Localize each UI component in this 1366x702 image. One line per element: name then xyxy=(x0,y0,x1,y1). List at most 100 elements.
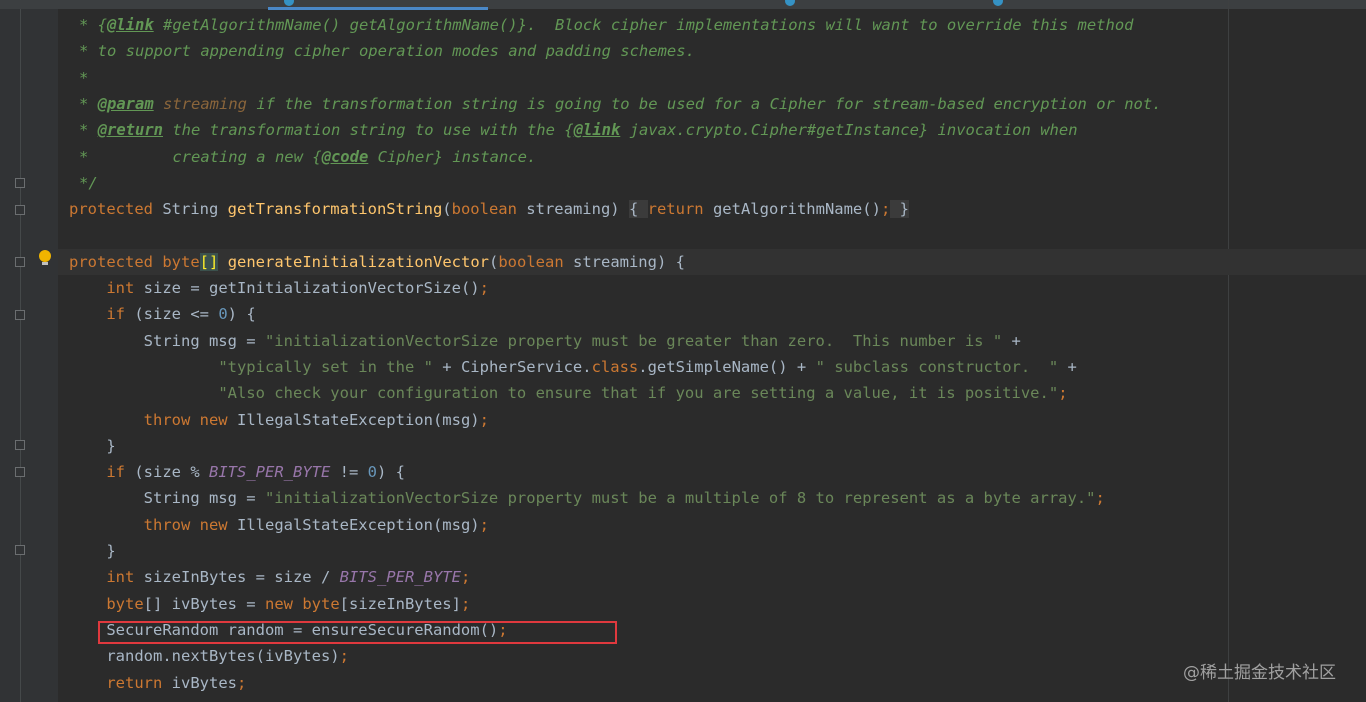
code-line[interactable]: if (size <= 0) { xyxy=(69,301,256,327)
fold-marker-icon[interactable] xyxy=(15,310,25,320)
code-token: ; xyxy=(1095,489,1105,508)
code-line[interactable]: if (size % BITS_PER_BYTE != 0) { xyxy=(69,459,405,485)
code-token: IllegalStateException(msg) xyxy=(227,410,480,429)
code-token: return xyxy=(106,673,163,692)
code-token: String msg = xyxy=(69,331,265,350)
code-token: ; xyxy=(460,568,471,587)
code-token: boolean xyxy=(451,200,517,219)
code-token: byte xyxy=(106,594,144,613)
code-token: ( xyxy=(488,252,499,271)
code-token: streaming) { xyxy=(563,252,685,271)
code-line[interactable]: */ xyxy=(79,170,98,196)
code-line[interactable]: protected byte[] generateInitializationV… xyxy=(69,249,685,275)
code-token: "Also check your configuration to ensure… xyxy=(218,384,1059,403)
code-token: * xyxy=(79,121,98,140)
code-line[interactable]: } xyxy=(69,538,116,564)
code-token: ; xyxy=(460,594,471,613)
code-token: } xyxy=(69,542,116,560)
code-line[interactable]: byte[] ivBytes = new byte[sizeInBytes]; xyxy=(69,591,470,617)
code-token: + CipherService. xyxy=(432,357,592,376)
code-line[interactable]: * xyxy=(79,65,88,91)
code-token: ; xyxy=(479,279,489,297)
code-token: ) { xyxy=(227,305,256,324)
code-token: ; xyxy=(479,410,489,429)
gutter-divider xyxy=(20,9,21,702)
code-token: @code xyxy=(321,147,369,166)
code-token: String msg = xyxy=(69,489,265,508)
code-token: 0 xyxy=(218,305,228,324)
fold-marker-icon[interactable] xyxy=(15,178,25,188)
code-token: "typically set in the " xyxy=(218,357,433,376)
java-class-icon xyxy=(785,0,795,6)
code-token: ; xyxy=(880,200,891,219)
code-line[interactable]: int sizeInBytes = size / BITS_PER_BYTE; xyxy=(69,564,470,590)
active-tab-indicator[interactable] xyxy=(268,7,488,10)
code-token: "initializationVectorSize property must … xyxy=(264,489,1096,508)
editor-gutter[interactable] xyxy=(0,9,58,702)
code-token: @return xyxy=(97,121,163,140)
code-token: if xyxy=(106,463,125,482)
code-line[interactable]: throw new IllegalStateException(msg); xyxy=(69,512,489,538)
code-token: + xyxy=(1058,357,1077,376)
code-token: (size % xyxy=(125,463,209,482)
fold-marker-icon[interactable] xyxy=(15,545,25,555)
code-line[interactable]: String msg = "initializationVectorSize p… xyxy=(69,328,1021,354)
code-token: if the transformation string is going to… xyxy=(247,94,1162,113)
code-token: Cipher} instance. xyxy=(368,147,537,166)
code-token: int xyxy=(106,279,135,297)
fold-marker-icon[interactable] xyxy=(15,440,25,450)
code-token: 0 xyxy=(367,463,377,482)
code-token: * to support appending cipher operation … xyxy=(79,42,695,61)
code-token: != xyxy=(330,463,368,482)
code-token: byte xyxy=(302,594,340,613)
code-token: the transformation string to use with th… xyxy=(163,121,574,140)
lightbulb-icon[interactable] xyxy=(39,250,51,265)
code-line[interactable]: throw new IllegalStateException(msg); xyxy=(69,407,489,433)
code-token: (size <= xyxy=(125,305,219,324)
code-token: streaming xyxy=(153,94,247,113)
code-line[interactable]: * creating a new {@code Cipher} instance… xyxy=(79,144,536,170)
code-line[interactable]: "typically set in the " + CipherService.… xyxy=(69,354,1077,380)
code-line[interactable]: * @param streaming if the transformation… xyxy=(79,91,1162,117)
code-line[interactable]: return ivBytes; xyxy=(69,670,246,696)
code-token: * xyxy=(79,94,98,113)
code-token: return xyxy=(647,200,704,219)
code-token: ; xyxy=(236,673,247,692)
code-token: generateInitializationVector xyxy=(227,252,489,271)
code-token: boolean xyxy=(498,252,564,271)
code-token: throw new xyxy=(143,515,228,534)
code-token: ivBytes xyxy=(162,673,237,692)
code-token: size = getInitializationVectorSize() xyxy=(134,279,480,297)
code-token: { xyxy=(628,200,648,219)
code-token: } xyxy=(890,200,909,219)
code-line[interactable]: * to support appending cipher operation … xyxy=(79,38,695,64)
code-line[interactable]: "Also check your configuration to ensure… xyxy=(69,380,1068,406)
code-line[interactable]: protected String getTransformationString… xyxy=(69,196,909,222)
code-line[interactable]: random.nextBytes(ivBytes); xyxy=(69,643,349,669)
code-line[interactable]: } xyxy=(69,433,116,459)
java-class-icon xyxy=(284,0,294,6)
code-token: } xyxy=(69,436,116,455)
code-token: protected xyxy=(69,252,153,271)
code-line[interactable]: * {@link #getAlgorithmName() getAlgorith… xyxy=(79,12,1134,38)
code-token: streaming) xyxy=(516,200,629,219)
fold-marker-icon[interactable] xyxy=(15,205,25,215)
code-line[interactable]: * @return the transformation string to u… xyxy=(79,117,1078,143)
fold-marker-icon[interactable] xyxy=(15,467,25,477)
code-line[interactable]: String msg = "initializationVectorSize p… xyxy=(69,485,1105,511)
code-token: String xyxy=(153,200,228,219)
code-line[interactable]: int size = getInitializationVectorSize()… xyxy=(69,275,489,301)
fold-marker-icon[interactable] xyxy=(15,257,25,267)
code-token: "initializationVectorSize property must … xyxy=(264,331,1003,350)
code-token: sizeInBytes = size / xyxy=(134,568,340,587)
code-token: " subclass constructor. " xyxy=(815,357,1059,376)
code-token: new xyxy=(264,594,293,613)
code-token: ; xyxy=(1058,384,1068,403)
code-token: @link xyxy=(107,16,154,34)
